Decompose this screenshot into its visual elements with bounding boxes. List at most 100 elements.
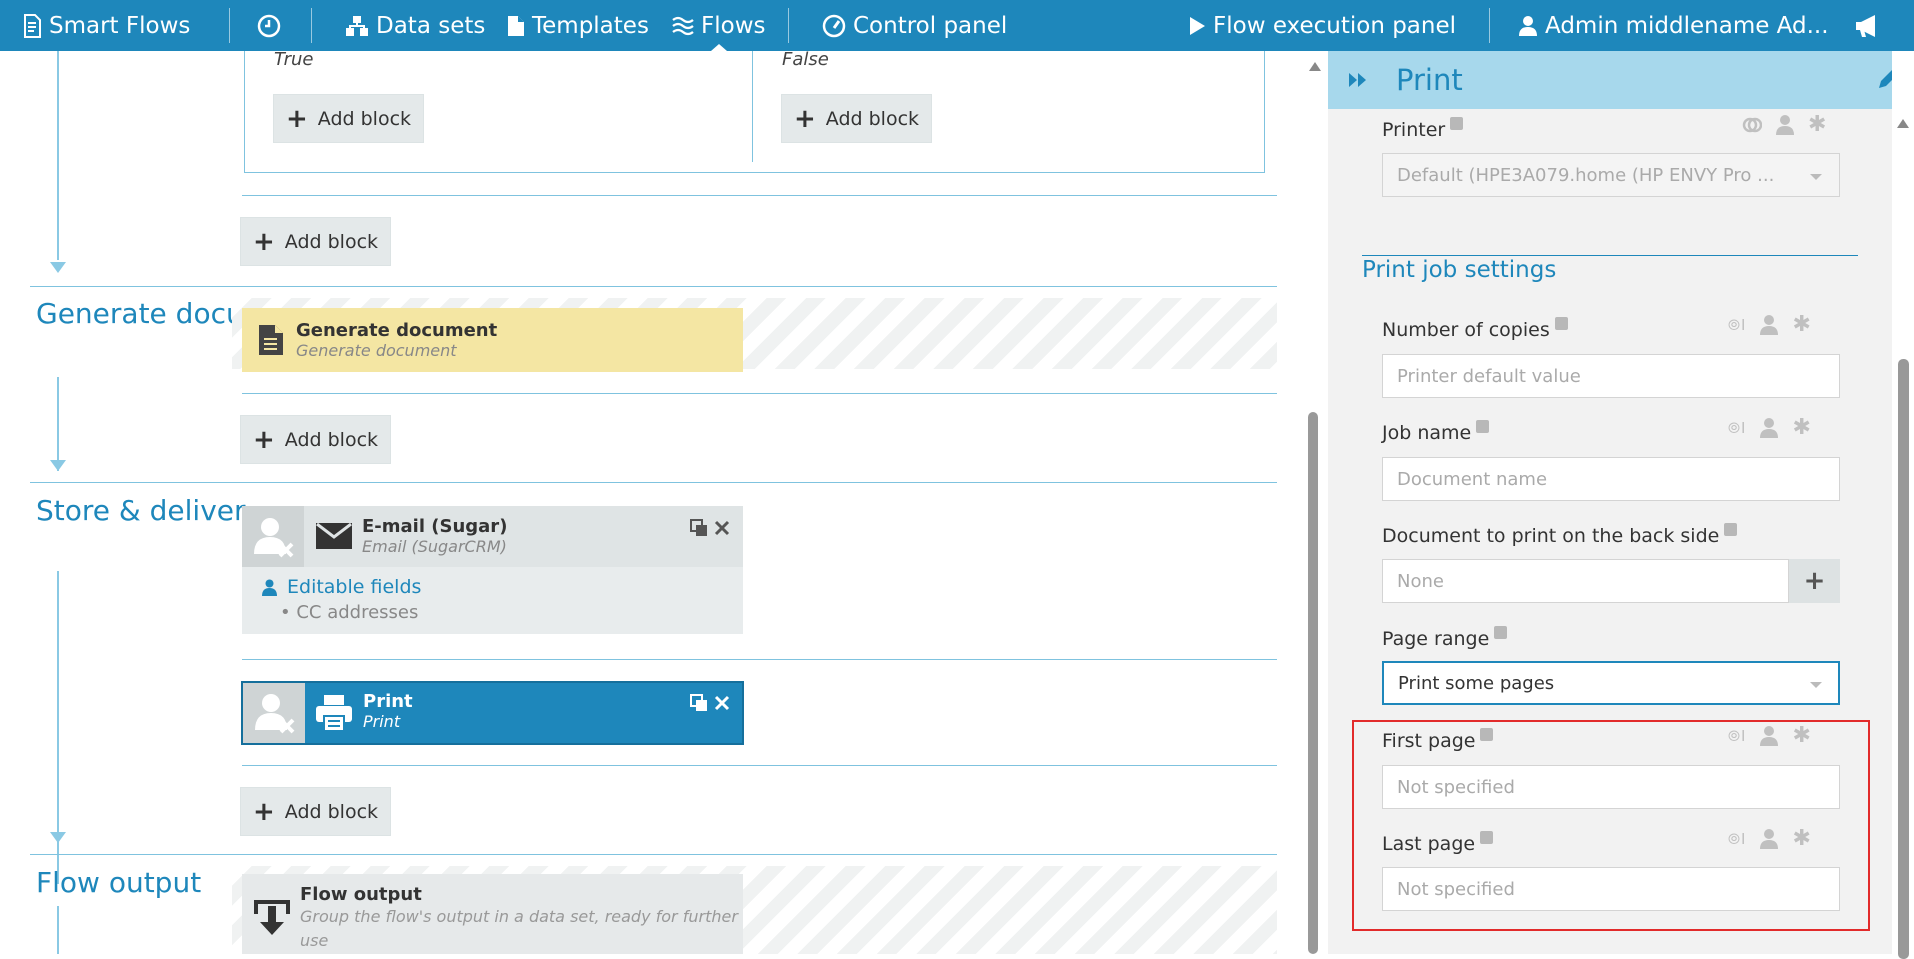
- plus-icon: +: [253, 424, 275, 455]
- plus-icon: +: [253, 796, 275, 827]
- section-title-flow-output: Flow output: [36, 866, 202, 899]
- required-asterisk-icon[interactable]: ✱: [1792, 723, 1810, 748]
- print-block[interactable]: Print Print: [241, 681, 744, 745]
- add-back-side-button[interactable]: +: [1789, 559, 1840, 603]
- user-icon[interactable]: [1760, 417, 1779, 438]
- user-icon[interactable]: [1776, 114, 1794, 135]
- brand-link[interactable]: Smart Flows: [22, 0, 190, 51]
- section-divider: [30, 854, 1277, 855]
- page-range-select[interactable]: Print some pages: [1382, 661, 1840, 705]
- flows-icon: [672, 16, 694, 35]
- link-icon[interactable]: [1742, 115, 1762, 135]
- flow-connector-line: [57, 377, 59, 471]
- link-text-icon[interactable]: ⦾I: [1728, 419, 1746, 437]
- field-options: ⦾I ✱: [1728, 312, 1811, 337]
- required-asterisk-icon[interactable]: ✱: [1792, 826, 1810, 851]
- flow-execution-panel-label: Flow execution panel: [1213, 12, 1457, 39]
- page-range-field-label: Page range: [1382, 626, 1508, 650]
- info-icon[interactable]: [1480, 728, 1494, 741]
- printer-select[interactable]: Default (HPE3A079.home (HP ENVY Pro ...: [1382, 153, 1840, 197]
- divider-line: [242, 659, 1277, 660]
- link-text-icon[interactable]: ⦾I: [1728, 727, 1746, 745]
- copy-icon[interactable]: [690, 519, 708, 537]
- editable-field-value: CC addresses: [296, 602, 419, 623]
- required-asterisk-icon[interactable]: ✱: [1792, 415, 1810, 440]
- print-block-title: Print: [363, 691, 413, 712]
- printer-field-label: Printer: [1382, 117, 1464, 141]
- user-icon[interactable]: [1760, 725, 1779, 746]
- nav-templates[interactable]: Templates: [507, 0, 649, 51]
- last-page-placeholder: Not specified: [1397, 878, 1515, 900]
- last-page-field-label: Last page: [1382, 831, 1494, 855]
- flow-output-block[interactable]: Flow output Group the flow's output in a…: [242, 874, 743, 954]
- last-page-input[interactable]: Not specified: [1382, 867, 1840, 911]
- required-asterisk-icon[interactable]: ✱: [1792, 312, 1810, 337]
- clock-icon: [257, 14, 281, 37]
- add-block-button[interactable]: + Add block: [240, 415, 392, 464]
- nav-control-panel-label: Control panel: [853, 12, 1008, 39]
- generate-document-block[interactable]: Generate document Generate document: [242, 308, 743, 372]
- link-text-icon[interactable]: ⦾I: [1728, 316, 1746, 334]
- info-icon[interactable]: [1554, 317, 1568, 330]
- info-icon[interactable]: [1476, 420, 1490, 433]
- section-divider: [30, 482, 1277, 483]
- link-text-icon[interactable]: ⦾I: [1728, 830, 1746, 848]
- info-icon[interactable]: [1724, 523, 1738, 536]
- scroll-up-icon[interactable]: [1309, 62, 1321, 71]
- close-icon[interactable]: [714, 520, 730, 536]
- first-page-field-label: First page: [1382, 728, 1494, 752]
- flow-connector-line: [57, 51, 59, 260]
- page-range-value: Print some pages: [1398, 672, 1555, 694]
- add-block-label: Add block: [825, 107, 920, 130]
- scroll-up-icon[interactable]: [1897, 119, 1909, 128]
- false-branch-label: False: [782, 51, 829, 70]
- user-icon: [1519, 15, 1537, 36]
- nav-divider: [1489, 8, 1490, 43]
- plus-icon: +: [794, 103, 816, 134]
- editor-scrollbar[interactable]: [1306, 51, 1321, 954]
- panel-scrollbar-thumb[interactable]: [1898, 359, 1909, 959]
- history-button[interactable]: [256, 0, 289, 51]
- job-name-input[interactable]: Document name: [1382, 457, 1840, 501]
- flow-execution-panel-link[interactable]: Flow execution panel: [1188, 0, 1456, 51]
- copy-icon[interactable]: [690, 694, 708, 712]
- email-block[interactable]: E-mail (Sugar) Email (SugarCRM) Editable…: [242, 506, 743, 634]
- user-menu[interactable]: Admin middlename Ad...: [1518, 0, 1829, 51]
- collapse-panel-icon[interactable]: [1348, 72, 1368, 88]
- user-icon[interactable]: [1760, 828, 1779, 849]
- copies-input[interactable]: Printer default value: [1382, 354, 1840, 398]
- flow-connector-line: [57, 906, 59, 954]
- generate-block-title: Generate document: [296, 320, 498, 341]
- back-side-select[interactable]: None: [1382, 559, 1789, 603]
- panel-scrollbar[interactable]: [1892, 51, 1914, 959]
- user-remove-icon[interactable]: [243, 683, 305, 743]
- envelope-icon: [316, 523, 352, 549]
- add-block-button[interactable]: + Add block: [240, 217, 392, 266]
- field-options: ✱: [1742, 112, 1826, 137]
- user-icon[interactable]: [1760, 314, 1779, 335]
- info-icon[interactable]: [1450, 117, 1464, 130]
- copies-field-label: Number of copies: [1382, 317, 1568, 341]
- job-name-field-label: Job name: [1382, 420, 1490, 444]
- editor-scrollbar-thumb[interactable]: [1308, 412, 1318, 954]
- info-icon[interactable]: [1494, 626, 1508, 639]
- info-icon[interactable]: [1480, 831, 1494, 844]
- add-block-button[interactable]: + Add block: [781, 94, 933, 143]
- flow-arrow-icon: [50, 832, 66, 843]
- editable-fields-label: Editable fields: [287, 576, 422, 598]
- megaphone-icon: [1856, 14, 1875, 37]
- add-block-button[interactable]: + Add block: [240, 787, 392, 836]
- panel-title: Print: [1396, 63, 1463, 97]
- flow-output-block-subtitle: Group the flow's output in a data set, r…: [300, 907, 738, 950]
- close-icon[interactable]: [714, 695, 730, 711]
- user-remove-icon[interactable]: [242, 506, 304, 567]
- plus-icon: +: [253, 226, 275, 257]
- required-asterisk-icon[interactable]: ✱: [1808, 112, 1826, 137]
- nav-control-panel[interactable]: Control panel: [822, 0, 1007, 51]
- first-page-input[interactable]: Not specified: [1382, 765, 1840, 809]
- flow-editor-canvas: True False + Add block + Add block + Add…: [0, 51, 1312, 954]
- nav-data-sets[interactable]: Data sets: [345, 0, 485, 51]
- chevron-down-icon: [1810, 682, 1822, 688]
- announcements-button[interactable]: [1854, 0, 1887, 51]
- add-block-button[interactable]: + Add block: [273, 94, 425, 143]
